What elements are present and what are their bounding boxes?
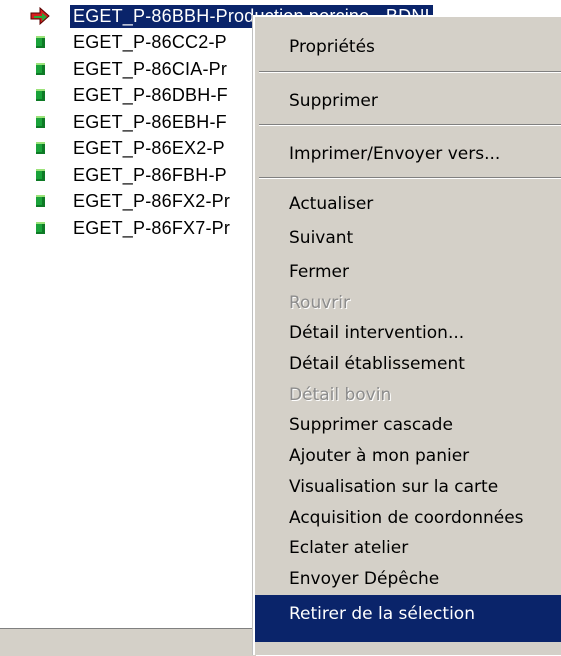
green-square-icon [28, 136, 52, 160]
tree-item[interactable]: EGET_P-86FX2-Pr [28, 188, 233, 214]
menu-item-suivant[interactable]: Suivant [255, 223, 561, 253]
menu-item-visualisation-carte[interactable]: Visualisation sur la carte [255, 472, 561, 502]
menu-item-detail-intervention[interactable]: Détail intervention... [255, 318, 561, 348]
green-square-icon [28, 110, 52, 134]
menu-separator [259, 177, 561, 179]
tree-item-label: EGET_P-86CIA-Pr [73, 58, 228, 79]
menu-item-acquisition-coordonnees[interactable]: Acquisition de coordonnées [255, 503, 561, 533]
menu-item-detail-etablissement[interactable]: Détail établissement [255, 349, 561, 379]
status-strip [0, 628, 256, 656]
menu-item-rouvrir: Rouvrir [289, 293, 350, 313]
menu-item-eclater-atelier[interactable]: Eclater atelier [255, 533, 561, 563]
menu-item-ajouter-panier[interactable]: Ajouter à mon panier [255, 441, 561, 471]
menu-item-detail-bovin: Détail bovin [289, 385, 392, 405]
green-square-icon [28, 30, 52, 54]
menu-separator [259, 71, 561, 73]
menu-item-supprimer-cascade[interactable]: Supprimer cascade [255, 410, 561, 440]
green-square-icon [28, 189, 52, 213]
tree-item-label: EGET_P-86EBH-F [73, 111, 227, 132]
tree-item-label: EGET_P-86DBH-F [73, 84, 228, 105]
menu-item-retirer-selection[interactable]: Retirer de la sélection [255, 595, 561, 642]
green-square-icon [28, 216, 52, 240]
tree-item-label: EGET_P-86CC2-P [73, 31, 227, 52]
menu-item-fermer[interactable]: Fermer [255, 257, 561, 287]
menu-item-actualiser[interactable]: Actualiser [255, 189, 561, 219]
menu-separator [259, 124, 561, 126]
menu-item-envoyer-depeche[interactable]: Envoyer Dépêche [255, 564, 561, 594]
tree-item[interactable]: EGET_P-86CIA-Pr [28, 56, 230, 82]
tree-item[interactable]: EGET_P-86EBH-F [28, 109, 230, 135]
tree-item[interactable]: EGET_P-86CC2-P [28, 29, 230, 55]
menu-item-proprietes[interactable]: Propriétés [255, 32, 561, 62]
tree-item[interactable]: EGET_P-86EX2-P [28, 135, 228, 161]
green-square-icon [28, 163, 52, 187]
menu-item-supprimer[interactable]: Supprimer [255, 86, 561, 116]
red-green-arrow-icon [28, 4, 52, 28]
green-square-icon [28, 57, 52, 81]
tree-item[interactable]: EGET_P-86FBH-P [28, 162, 230, 188]
context-menu: Propriétés Supprimer Imprimer/Envoyer ve… [253, 15, 561, 655]
menu-item-imprimer-envoyer[interactable]: Imprimer/Envoyer vers... [255, 139, 561, 169]
tree-item-label: EGET_P-86FBH-P [73, 164, 227, 185]
tree-item[interactable]: EGET_P-86DBH-F [28, 82, 231, 108]
tree-item-label: EGET_P-86FX7-Pr [73, 217, 231, 238]
tree-item-label: EGET_P-86EX2-P [73, 137, 225, 158]
tree-item[interactable]: EGET_P-86FX7-Pr [28, 215, 233, 241]
tree-item-label: EGET_P-86FX2-Pr [73, 190, 231, 211]
green-square-icon [28, 83, 52, 107]
